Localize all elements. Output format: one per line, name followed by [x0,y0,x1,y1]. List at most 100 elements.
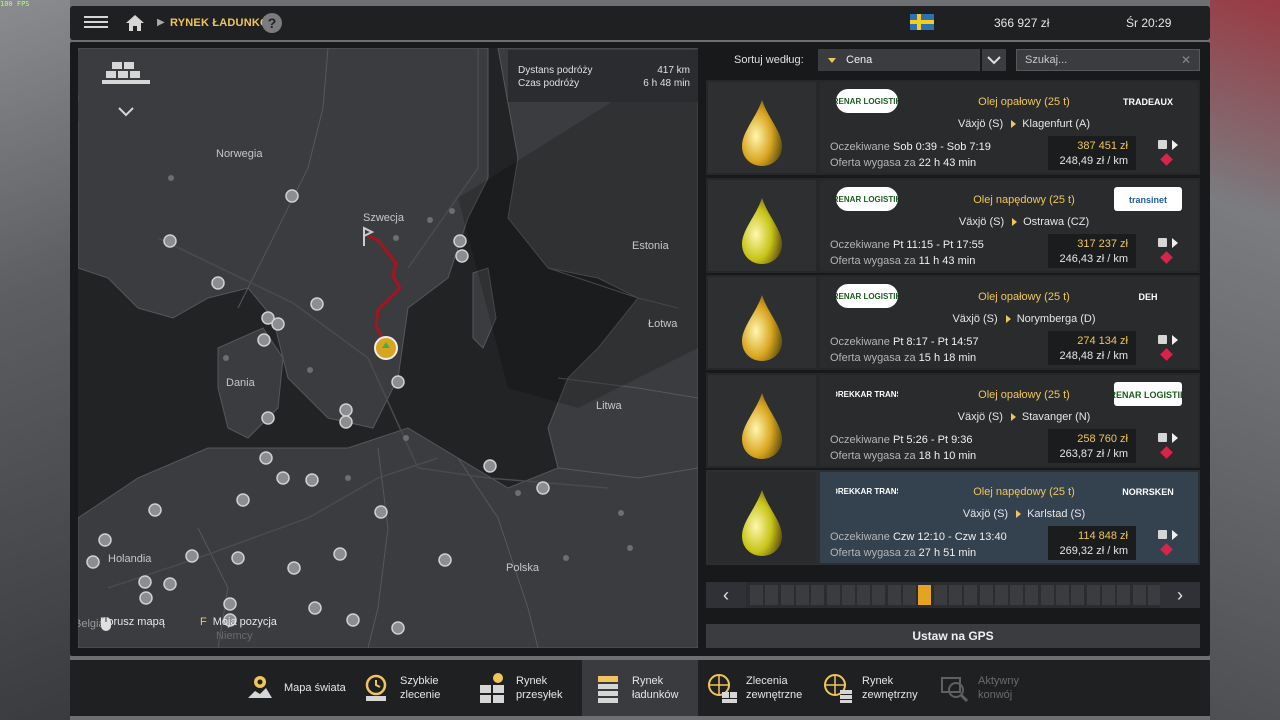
urgency-arrow-icon [1172,140,1178,150]
urgency-arrow-icon [1172,530,1178,540]
page-segment[interactable] [1010,585,1024,605]
clear-search-icon[interactable]: ✕ [1181,53,1191,67]
job-price: 114 848 zł [1078,530,1128,542]
next-page-button[interactable]: › [1160,582,1200,608]
job-card[interactable]: DREKKAR TRANS RENAR LOGISTIK Olej opałow… [706,372,1200,468]
page-segment[interactable] [979,585,993,605]
tab-world-map[interactable]: Mapa świata [240,660,350,716]
tab-cargo-market[interactable]: Rynek ładunków [582,660,698,716]
price-per-km: 269,32 zł / km [1059,545,1128,557]
page-segment[interactable] [964,585,978,605]
tab-external-jobs[interactable]: Zlecenia zewnętrzne [706,660,816,716]
page-segment[interactable] [826,585,840,605]
page-segment[interactable] [1025,585,1039,605]
sort-dropdown[interactable]: Cena [818,49,980,71]
page-segment[interactable] [750,585,763,605]
pagination: ‹ › [706,582,1200,608]
expand-panel-button[interactable] [78,100,174,122]
expected-delivery: Oczekiwane Sob 0:39 - Sob 7:19 [830,141,991,153]
my-position-hint: F Moja pozycja [200,616,277,628]
page-segment[interactable] [994,585,1008,605]
home-icon[interactable] [124,12,146,34]
travel-time-value: 6 h 48 min [643,78,690,89]
cargo-icon-box [708,82,816,173]
price-per-km: 248,49 zł / km [1059,155,1128,167]
page-segment[interactable] [887,585,901,605]
origin-city: Växjö (S) [962,508,1009,520]
cargo-boxes-icon [480,673,504,703]
job-card[interactable]: RENAR LOGISTIK DEH Olej opałowy (25 t) V… [706,275,1200,370]
bottom-navigation: Mapa świata Szybkie zlecenie Rynek przesył… [70,660,1210,716]
origin-city: Växjö (S) [958,215,1005,228]
expiry-label: Oferta wygasa za [830,547,916,559]
destination-city: Norymberga (D) [1016,313,1096,325]
page-segment[interactable] [948,585,962,605]
set-gps-button[interactable]: Ustaw na GPS [706,624,1200,648]
sort-dropdown-toggle[interactable] [982,49,1006,71]
price-box: 114 848 zł 269,32 zł / km [1048,526,1136,560]
page-segment[interactable] [1040,585,1054,605]
job-price: 274 134 zł [1077,335,1128,347]
stopwatch-icon [365,674,387,701]
game-background-right [1210,0,1280,720]
page-segment[interactable] [1086,585,1100,605]
tab-external-market[interactable]: Rynek zewnętrzny [822,660,932,716]
page-segment[interactable] [933,585,947,605]
price-box: 387 451 zł 248,49 zł / km [1048,136,1136,170]
route-arrow-icon [1005,315,1011,324]
page-segment[interactable] [1071,585,1085,605]
route-cities: Växjö (S) Ostrawa (CZ) [820,216,1198,228]
destination-city: Klagenfurt (A) [1022,118,1091,130]
sweden-flag-icon [910,14,934,30]
destination-city: Stavanger (N) [1021,410,1091,423]
weight-icon [1158,530,1167,539]
map-label-netherlands: Holandia [108,553,152,565]
help-icon[interactable]: ? [262,13,282,33]
map-view-toggle-button[interactable] [78,50,174,96]
job-info: DREKKAR TRANS RENAR LOGISTIK Olej opałow… [820,374,1198,466]
page-segment[interactable] [857,585,871,605]
tab-quick-job[interactable]: Szybkie zlecenie [358,660,458,716]
page-segment[interactable] [1101,585,1115,605]
cargo-icon-box [708,374,816,466]
weight-icon [1158,432,1167,442]
page-segment[interactable] [1117,585,1131,605]
cargo-name: Olej opałowy (25 t) [978,291,1070,303]
page-segment[interactable] [811,585,825,605]
job-price: 387 451 zł [1077,140,1128,152]
page-segment[interactable] [1056,585,1069,605]
page-segment[interactable] [1132,585,1146,605]
page-segment[interactable] [1147,585,1161,605]
price-per-km: 263,87 zł / km [1059,447,1128,460]
route-cities: Växjö (S) Klagenfurt (A) [820,118,1198,130]
job-card[interactable]: RENAR LOGISTIK transinet Olej napędowy (… [706,177,1200,273]
page-segment[interactable] [780,585,794,605]
tab-freight-market[interactable]: Rynek przesyłek [474,660,574,716]
map-label-estonia: Estonia [632,240,669,252]
job-card[interactable]: RENAR LOGISTIK TRADEAUX Olej opałowy (25… [706,80,1200,175]
job-card[interactable]: DREKKAR TRANS NORRSKEN Olej napędowy (25… [706,470,1200,565]
tab-active-convoy[interactable]: Aktywny konwój [936,660,1046,716]
route-cities: Växjö (S) Norymberga (D) [820,313,1198,325]
mouse-icon [101,617,111,631]
previous-page-button[interactable]: ‹ [706,582,746,608]
map-label-sweden: Szwecja [363,212,404,224]
origin-city: Växjö (S) [952,313,998,325]
chevron-down-icon [118,107,134,117]
job-info: RENAR LOGISTIK DEH Olej opałowy (25 t) V… [820,277,1198,368]
main-panel: Dystans podróży 417 km Czas podróży 6 h 48… [70,42,1210,656]
sort-indicator-icon [828,58,836,63]
origin-city: Växjö (S) [957,118,1004,130]
hamburger-menu-icon[interactable] [84,13,108,33]
search-input[interactable]: Szukaj... ✕ [1016,49,1200,71]
page-segment[interactable] [918,585,932,605]
route-map[interactable]: Dystans podróży 417 km Czas podróży 6 h 48… [78,48,698,648]
page-segment[interactable] [841,585,855,605]
page-segment[interactable] [872,585,886,605]
cargo-icon-box [708,277,816,368]
page-segment[interactable] [903,585,916,605]
page-segment[interactable] [795,585,809,605]
job-status-icons [1158,335,1188,365]
page-segment[interactable] [765,585,779,605]
cargo-name: Olej napędowy (25 t) [973,486,1075,498]
